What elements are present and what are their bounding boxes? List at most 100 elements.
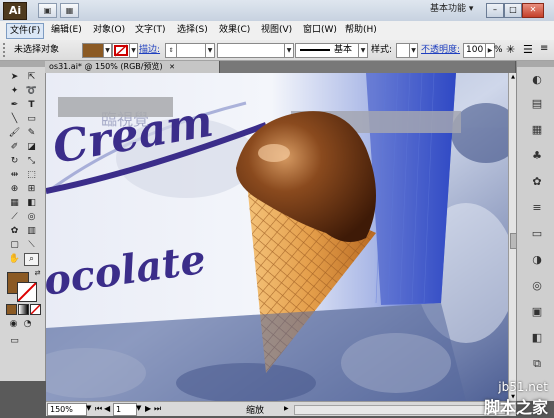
gradient-tool-icon[interactable]: ◧ bbox=[24, 197, 39, 210]
horizontal-scrollbar[interactable] bbox=[294, 405, 506, 415]
none-mode-icon[interactable] bbox=[30, 304, 41, 315]
swatches-panel-icon[interactable]: ▦ bbox=[529, 123, 545, 137]
mesh-tool-icon[interactable]: ▦ bbox=[7, 197, 22, 210]
width-tool-icon[interactable]: ⇹ bbox=[7, 169, 22, 182]
paintbrush-tool-icon[interactable]: 🖌 bbox=[7, 127, 22, 140]
fill-color-swatch[interactable] bbox=[82, 43, 104, 58]
graphic-style-swatch[interactable] bbox=[396, 43, 410, 58]
menu-edit[interactable]: 编辑(E) bbox=[48, 23, 85, 37]
opacity-input[interactable]: 100 bbox=[463, 43, 487, 58]
perspective-grid-tool-icon[interactable]: ⊞ bbox=[24, 183, 39, 196]
panel-dock-header[interactable] bbox=[517, 61, 554, 67]
artboard-dropdown-arrow[interactable]: ▼ bbox=[136, 404, 141, 412]
graphic-style-dropdown[interactable]: ▼ bbox=[409, 43, 418, 58]
transparency-panel-icon[interactable]: ◑ bbox=[529, 253, 545, 267]
scale-tool-icon[interactable]: ⤡ bbox=[24, 155, 39, 168]
graphic-styles-panel-icon[interactable]: ▣ bbox=[529, 305, 545, 319]
line-tool-icon[interactable]: ╲ bbox=[7, 113, 22, 126]
stroke-panel-icon[interactable]: ≡ bbox=[529, 201, 545, 215]
blend-tool-icon[interactable]: ◎ bbox=[24, 211, 39, 224]
minimize-button[interactable]: – bbox=[486, 3, 504, 18]
free-transform-tool-icon[interactable]: ⬚ bbox=[24, 169, 39, 182]
next-artboard-button[interactable]: ▶ bbox=[145, 404, 151, 413]
menu-select[interactable]: 选择(S) bbox=[174, 23, 211, 37]
arrange-documents-icon[interactable]: ▦ bbox=[60, 3, 79, 18]
rectangle-tool-icon[interactable]: ▭ bbox=[24, 113, 39, 126]
magic-wand-tool-icon[interactable]: ✦ bbox=[7, 85, 22, 98]
pen-tool-icon[interactable]: ✒ bbox=[7, 99, 22, 112]
color-panel-icon[interactable]: ◐ bbox=[529, 73, 545, 87]
previous-artboard-button[interactable]: ◀ bbox=[104, 404, 110, 413]
document-tab[interactable]: os31.ai* @ 150% (RGB/预览) ✕ bbox=[45, 61, 220, 73]
zoom-tool-icon[interactable]: ⌕ bbox=[24, 253, 39, 266]
symbols-panel-icon[interactable]: ♣ bbox=[529, 149, 545, 163]
bridge-icon[interactable]: ▣ bbox=[38, 3, 57, 18]
maximize-button[interactable]: □ bbox=[504, 3, 522, 18]
document-setup-icon[interactable]: ☰ bbox=[523, 43, 533, 56]
color-guide-panel-icon[interactable]: ▤ bbox=[529, 97, 545, 111]
tools-panel-header[interactable] bbox=[0, 61, 45, 67]
brushes-panel-icon[interactable]: ✿ bbox=[529, 175, 545, 189]
toolbox-stroke-swatch[interactable] bbox=[17, 282, 37, 302]
direct-selection-tool-icon[interactable]: ⇱ bbox=[24, 71, 39, 84]
document-tab-close-icon[interactable]: ✕ bbox=[169, 63, 175, 71]
menu-file[interactable]: 文件(F) bbox=[6, 23, 45, 39]
close-button[interactable]: ✕ bbox=[522, 3, 544, 18]
stroke-link[interactable]: 描边: bbox=[139, 44, 160, 56]
eraser-tool-icon[interactable]: ◪ bbox=[24, 141, 39, 154]
variable-width-profile[interactable] bbox=[217, 43, 285, 58]
artboard-tool-icon[interactable]: ▢ bbox=[7, 239, 22, 252]
opacity-link[interactable]: 不透明度: bbox=[421, 44, 460, 56]
selection-tool-icon[interactable]: ➤ bbox=[7, 71, 22, 84]
stroke-weight-input[interactable] bbox=[176, 43, 206, 58]
last-artboard-button[interactable]: ⏭ bbox=[154, 404, 161, 414]
wrapper-blue-stripe bbox=[366, 73, 456, 305]
zoom-dropdown-arrow[interactable]: ▼ bbox=[86, 404, 91, 412]
color-mode-icon[interactable] bbox=[6, 304, 17, 315]
menu-type[interactable]: 文字(T) bbox=[132, 23, 169, 37]
fill-dropdown-arrow[interactable]: ▼ bbox=[103, 43, 112, 58]
menu-window[interactable]: 窗口(W) bbox=[300, 23, 340, 37]
variable-width-dropdown[interactable]: ▼ bbox=[284, 43, 294, 58]
zoom-level-field[interactable]: 150% bbox=[47, 403, 87, 416]
brush-definition[interactable]: 基本 bbox=[295, 43, 359, 58]
symbol-sprayer-tool-icon[interactable]: ✿ bbox=[7, 225, 22, 238]
draw-behind-icon[interactable]: ◔ bbox=[20, 318, 35, 331]
first-artboard-button[interactable]: ⏮ bbox=[95, 404, 102, 414]
stroke-weight-dropdown[interactable]: ▼ bbox=[205, 43, 215, 58]
swap-fill-stroke-icon[interactable]: ⇄ bbox=[30, 267, 45, 280]
status-menu-arrow[interactable]: ▶ bbox=[284, 405, 289, 412]
panel-menu-icon[interactable]: ≡ bbox=[540, 43, 548, 54]
slice-tool-icon[interactable]: ⟍ bbox=[24, 239, 39, 252]
column-graph-tool-icon[interactable]: ▥ bbox=[24, 225, 39, 238]
artboard-canvas[interactable]: Cream ocolate 臨視覺 bbox=[46, 73, 516, 401]
stroke-dropdown-arrow[interactable]: ▼ bbox=[129, 43, 138, 58]
brush-dropdown[interactable]: ▼ bbox=[358, 43, 368, 58]
menu-effect[interactable]: 效果(C) bbox=[216, 23, 253, 37]
control-bar: 未选择对象 ▼ ▼ 描边: ⇕ ▼ ▼ 基本 ▼ 样式: ▼ 不透明度: 100… bbox=[0, 40, 554, 61]
gradient-mode-icon[interactable] bbox=[18, 304, 29, 315]
grip-handle[interactable] bbox=[3, 43, 9, 57]
type-tool-icon[interactable]: T bbox=[24, 99, 39, 112]
brush-style-label: 基本 bbox=[334, 45, 353, 55]
stroke-color-swatch[interactable] bbox=[112, 43, 130, 58]
artboards-panel-icon[interactable]: ⧉ bbox=[529, 357, 545, 371]
blob-brush-tool-icon[interactable]: ✐ bbox=[7, 141, 22, 154]
appearance-panel-icon[interactable]: ◎ bbox=[529, 279, 545, 293]
watermark: jb51.net 脚本之家 bbox=[484, 380, 548, 418]
menu-help[interactable]: 帮助(H) bbox=[342, 23, 380, 37]
lasso-tool-icon[interactable]: ➰ bbox=[24, 85, 39, 98]
gradient-panel-icon[interactable]: ▭ bbox=[529, 227, 545, 241]
pencil-tool-icon[interactable]: ✎ bbox=[24, 127, 39, 140]
draw-normal-icon[interactable]: ◉ bbox=[6, 318, 21, 331]
rotate-tool-icon[interactable]: ↻ bbox=[7, 155, 22, 168]
artboard-number-field[interactable]: 1 bbox=[113, 403, 137, 416]
shape-builder-tool-icon[interactable]: ⊕ bbox=[7, 183, 22, 196]
hand-tool-icon[interactable]: ✋ bbox=[7, 253, 22, 266]
recolor-artwork-icon[interactable]: ✳ bbox=[506, 43, 515, 56]
menu-object[interactable]: 对象(O) bbox=[90, 23, 128, 37]
menu-view[interactable]: 视图(V) bbox=[258, 23, 295, 37]
screen-mode-icon[interactable]: ▭ bbox=[7, 335, 22, 348]
eyedropper-tool-icon[interactable]: ⟋ bbox=[7, 211, 22, 224]
layers-panel-icon[interactable]: ◧ bbox=[529, 331, 545, 345]
